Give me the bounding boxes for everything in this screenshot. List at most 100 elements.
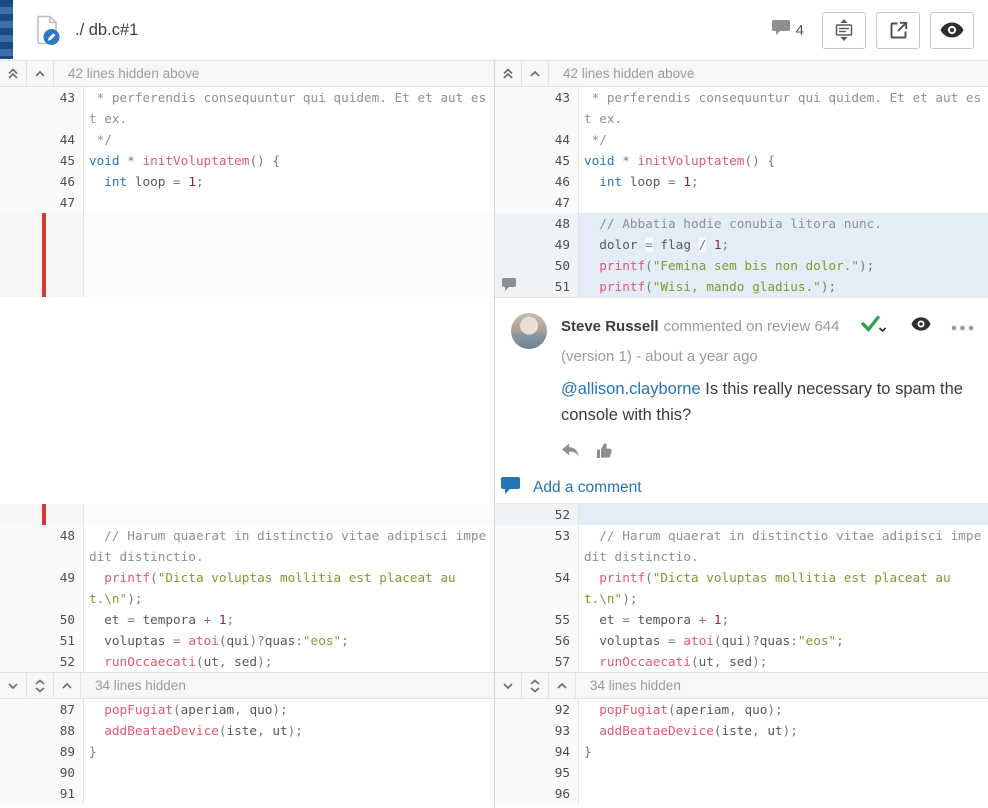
line-number[interactable]: 51 <box>28 630 84 651</box>
mention-link[interactable]: @allison.clayborne <box>561 380 701 398</box>
reply-icon[interactable] <box>561 443 580 463</box>
code-row[interactable]: 55 et = tempora + 1; <box>495 609 988 630</box>
code-row[interactable]: 92 popFugiat(aperiam, quo); <box>495 699 988 720</box>
code-row[interactable]: 49 printf("Dicta voluptas mollitia est p… <box>0 567 494 609</box>
comment-menu-ellipsis-icon[interactable] <box>951 318 974 335</box>
chevron-updown-button[interactable] <box>522 673 549 698</box>
chevron-up-button[interactable] <box>522 61 549 86</box>
code-row[interactable]: 51 voluptas = atoi(qui)?quas:"eos"; <box>0 630 494 651</box>
line-number[interactable]: 95 <box>523 762 579 783</box>
comment-author[interactable]: Steve Russell <box>561 318 659 335</box>
line-number[interactable]: 88 <box>28 720 84 741</box>
gutter-cell <box>495 150 523 171</box>
code-row[interactable]: 43 * perferendis consequuntur qui quidem… <box>495 87 988 129</box>
double-chevron-up-button[interactable] <box>0 61 27 86</box>
code-row[interactable]: 87 popFugiat(aperiam, quo); <box>0 699 494 720</box>
code-row[interactable]: 49 dolor = flag / 1; <box>495 234 988 255</box>
drag-handle[interactable] <box>0 0 13 59</box>
code-row[interactable]: 91 <box>0 783 494 804</box>
line-number[interactable]: 43 <box>523 87 579 129</box>
line-number[interactable]: 46 <box>523 171 579 192</box>
chevron-down-button[interactable] <box>495 673 522 698</box>
chevron-updown-button[interactable] <box>27 673 54 698</box>
code-row[interactable]: 48 // Harum quaerat in distinctio vitae … <box>0 525 494 567</box>
code-row[interactable]: 57 runOccaecati(ut, sed); <box>495 651 988 672</box>
chevron-up-button[interactable] <box>54 673 81 698</box>
add-comment-button[interactable]: Add a comment <box>501 477 976 499</box>
code-row[interactable]: 94} <box>495 741 988 762</box>
toggle-diff-eye-button[interactable] <box>930 12 974 49</box>
code-row[interactable]: 88 addBeataeDevice(iste, ut); <box>0 720 494 741</box>
avatar[interactable] <box>511 313 547 349</box>
line-number[interactable]: 52 <box>28 651 84 672</box>
line-number[interactable]: 50 <box>28 609 84 630</box>
line-number[interactable]: 48 <box>28 525 84 567</box>
line-number[interactable]: 49 <box>28 567 84 609</box>
code-row[interactable]: 90 <box>0 762 494 783</box>
code-row[interactable]: 43 * perferendis consequuntur qui quidem… <box>0 87 494 129</box>
line-number[interactable]: 49 <box>523 234 579 255</box>
line-number[interactable]: 44 <box>28 129 84 150</box>
code-row[interactable]: 54 printf("Dicta voluptas mollitia est p… <box>495 567 988 609</box>
code-row[interactable]: 46 int loop = 1; <box>495 171 988 192</box>
chevron-down-button[interactable] <box>0 673 27 698</box>
chevron-up-button[interactable] <box>549 673 576 698</box>
code-row[interactable]: 45void * initVoluptatem() { <box>495 150 988 171</box>
code-row[interactable]: 46 int loop = 1; <box>0 171 494 192</box>
code-row[interactable]: 53 // Harum quaerat in distinctio vitae … <box>495 525 988 567</box>
line-number[interactable]: 56 <box>523 630 579 651</box>
line-number[interactable]: 89 <box>28 741 84 762</box>
line-number[interactable]: 51 <box>523 276 579 297</box>
line-number[interactable]: 92 <box>523 699 579 720</box>
code-row[interactable]: 56 voluptas = atoi(qui)?quas:"eos"; <box>495 630 988 651</box>
collapse-comments-button[interactable] <box>822 12 866 49</box>
code-token: addBeataeDevice <box>104 723 219 738</box>
line-number[interactable]: 46 <box>28 171 84 192</box>
code-row[interactable]: 45void * initVoluptatem() { <box>0 150 494 171</box>
line-number[interactable]: 44 <box>523 129 579 150</box>
code-row[interactable]: 50 et = tempora + 1; <box>0 609 494 630</box>
code-row[interactable]: 52 runOccaecati(ut, sed); <box>0 651 494 672</box>
code-token: = <box>622 612 630 627</box>
line-number[interactable]: 93 <box>523 720 579 741</box>
code-row[interactable]: 44 */ <box>495 129 988 150</box>
line-number[interactable]: 96 <box>523 783 579 804</box>
code-row[interactable]: 89} <box>0 741 494 762</box>
line-number[interactable]: 94 <box>523 741 579 762</box>
code-row[interactable]: 47 <box>495 192 988 213</box>
line-number[interactable]: 47 <box>28 192 84 213</box>
line-number[interactable]: 47 <box>523 192 579 213</box>
line-number[interactable]: 45 <box>28 150 84 171</box>
line-number[interactable]: 87 <box>28 699 84 720</box>
line-number[interactable]: 50 <box>523 255 579 276</box>
line-number[interactable]: 90 <box>28 762 84 783</box>
comment-bubble-icon[interactable] <box>502 276 516 297</box>
line-number[interactable]: 55 <box>523 609 579 630</box>
code-row[interactable]: 44 */ <box>0 129 494 150</box>
line-number[interactable]: 43 <box>28 87 84 129</box>
chevron-up-button[interactable] <box>27 61 54 86</box>
code-row[interactable]: 52 <box>495 504 988 525</box>
like-thumb-icon[interactable] <box>596 442 613 464</box>
code-row[interactable]: 50 printf("Femina sem bis non dolor."); <box>495 255 988 276</box>
line-number[interactable]: 53 <box>523 525 579 567</box>
line-number[interactable]: 91 <box>28 783 84 804</box>
line-number[interactable]: 48 <box>523 213 579 234</box>
code-token: ( <box>645 570 653 585</box>
line-number[interactable]: 54 <box>523 567 579 609</box>
code-row[interactable]: 48 // Abbatia hodie conubia litora nunc. <box>495 213 988 234</box>
comment-count: 4 <box>772 20 804 40</box>
code-row[interactable]: 95 <box>495 762 988 783</box>
code-row[interactable]: 93 addBeataeDevice(iste, ut); <box>495 720 988 741</box>
code-row[interactable]: 96 <box>495 783 988 804</box>
approve-check-icon[interactable] <box>861 313 891 339</box>
code-row[interactable]: 51 printf("Wisi, mando gladius."); <box>495 276 988 297</box>
open-in-new-button[interactable] <box>876 12 920 49</box>
code-row[interactable]: 47 <box>0 192 494 213</box>
code-line: int loop = 1; <box>84 171 494 192</box>
line-number[interactable]: 57 <box>523 651 579 672</box>
line-number[interactable]: 45 <box>523 150 579 171</box>
double-chevron-up-button[interactable] <box>495 61 522 86</box>
comment-eye-icon[interactable] <box>911 317 931 335</box>
line-number[interactable]: 52 <box>523 504 579 525</box>
